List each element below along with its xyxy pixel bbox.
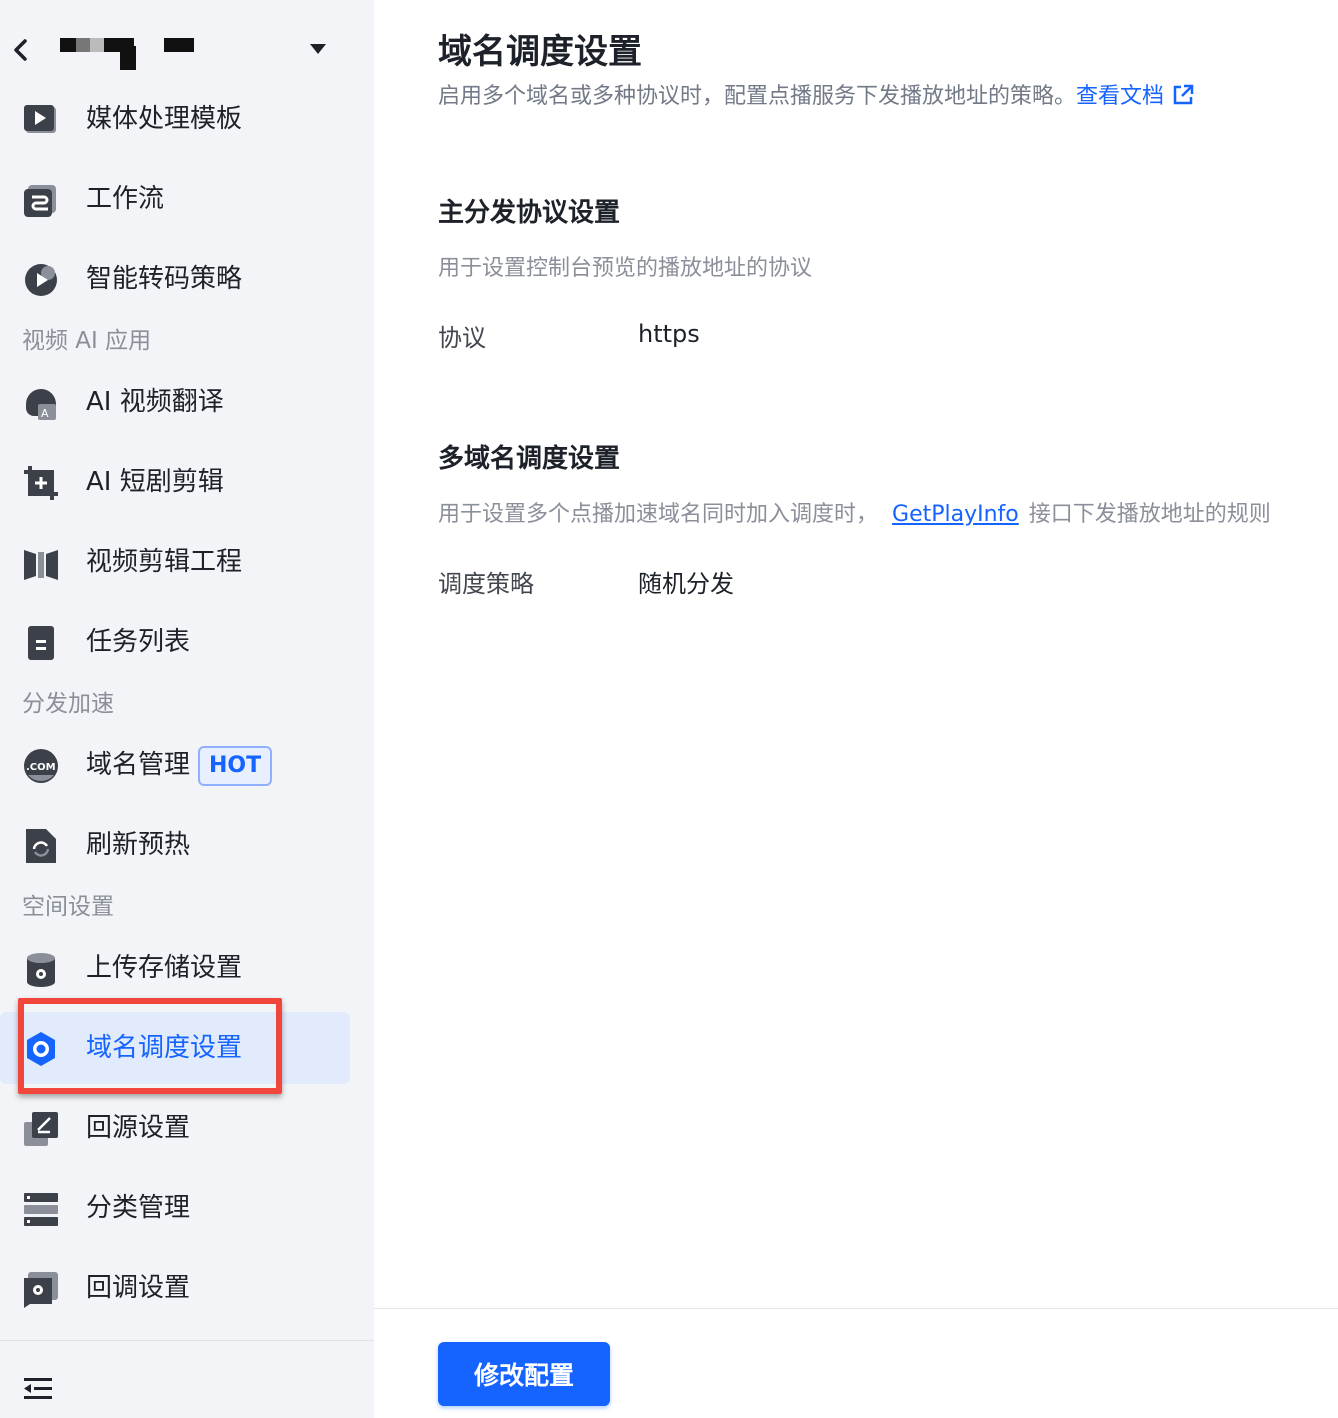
sidebar-item-smart-transcode[interactable]: 智能转码策略 <box>0 243 350 315</box>
sidebar-item-label: 视频剪辑工程 <box>86 547 243 577</box>
sidebar-item-category-management[interactable]: 分类管理 <box>0 1172 350 1244</box>
page-description-text: 启用多个域名或多种协议时，配置点播服务下发播放地址的策略。 <box>438 84 1077 109</box>
sidebar-item-ai-short-drama[interactable]: AI 短剧剪辑 <box>0 446 350 518</box>
sidebar-item-video-edit-project[interactable]: 视频剪辑工程 <box>0 526 350 598</box>
protocol-value: https <box>638 320 700 348</box>
scheduling-strategy-value: 随机分发 <box>638 570 734 598</box>
sidebar-item-upload-storage[interactable]: 上传存储设置 <box>0 932 350 1004</box>
sidebar-item-task-list[interactable]: 任务列表 <box>0 606 350 678</box>
section-title-multi-domain: 多域名调度设置 <box>438 444 621 474</box>
group-label-video-ai: 视频 AI 应用 <box>22 328 152 354</box>
page-title: 域名调度设置 <box>438 32 642 72</box>
sidebar-item-media-template[interactable]: 媒体处理模板 <box>0 83 350 155</box>
callback-gear-icon <box>24 1272 58 1308</box>
sidebar-item-label: AI 短剧剪辑 <box>86 467 224 497</box>
dotcom-icon: .COM <box>24 749 58 783</box>
play-template-icon <box>24 105 56 133</box>
sidebar-item-label: 刷新预热 <box>86 830 191 860</box>
sidebar-item-domain-management[interactable]: .COM 域名管理 HOT <box>0 729 350 801</box>
footer-divider <box>374 1308 1338 1309</box>
sidebar-item-domain-scheduling[interactable]: 域名调度设置 <box>0 1012 350 1084</box>
section-description-multi-domain: 用于设置多个点播加速域名同时加入调度时， GetPlayInfo 接口下发播放地址的… <box>438 496 1271 528</box>
protocol-label: 协议 <box>438 324 486 352</box>
chevron-left-icon[interactable] <box>10 38 30 62</box>
sidebar-item-label: 回调设置 <box>86 1273 191 1303</box>
scheduling-strategy-label: 调度策略 <box>438 570 534 598</box>
sidebar-item-label: 域名管理 <box>86 750 191 780</box>
view-docs-link[interactable]: 查看文档 <box>1076 84 1194 109</box>
sidebar: 媒体处理模板 工作流 智能转码策略 视频 AI 应用 A AI 视频翻译 AI … <box>0 0 374 1418</box>
getplayinfo-link[interactable]: GetPlayInfo <box>892 502 1019 527</box>
list-stack-icon <box>24 1193 58 1226</box>
refresh-doc-icon <box>26 829 56 863</box>
app-name-redacted[interactable] <box>60 36 200 86</box>
sidebar-item-label: 上传存储设置 <box>86 953 243 983</box>
storage-gear-icon <box>27 953 55 987</box>
hot-badge: HOT <box>198 746 273 786</box>
section-description-prefix: 用于设置多个点播加速域名同时加入调度时， <box>438 502 879 527</box>
sidebar-item-label: AI 视频翻译 <box>86 387 224 417</box>
sidebar-item-label: 回源设置 <box>86 1113 191 1143</box>
sidebar-item-callback-settings[interactable]: 回调设置 <box>0 1252 350 1324</box>
sidebar-item-ai-video-translate[interactable]: A AI 视频翻译 <box>0 366 350 438</box>
section-description-suffix: 接口下发播放地址的规则 <box>1028 502 1271 527</box>
sidebar-item-label: 分类管理 <box>86 1193 191 1223</box>
clipboard-icon <box>28 626 54 660</box>
translate-icon: A <box>26 389 56 420</box>
sidebar-item-label: 任务列表 <box>86 627 191 657</box>
group-label-distribution: 分发加速 <box>22 691 114 717</box>
group-label-space-settings: 空间设置 <box>22 894 114 920</box>
view-docs-link-label: 查看文档 <box>1076 84 1165 109</box>
crop-add-icon <box>24 466 58 500</box>
sidebar-item-refresh-preheat[interactable]: 刷新预热 <box>0 809 350 881</box>
section-title-main-protocol: 主分发协议设置 <box>438 198 621 228</box>
page-description: 启用多个域名或多种协议时，配置点播服务下发播放地址的策略。查看文档 <box>438 78 1194 110</box>
main-content: 域名调度设置 启用多个域名或多种协议时，配置点播服务下发播放地址的策略。查看文档… <box>374 0 1338 1418</box>
modify-config-button[interactable]: 修改配置 <box>438 1342 610 1406</box>
external-link-icon <box>1173 84 1194 105</box>
workflow-icon <box>24 185 56 217</box>
sidebar-item-label: 媒体处理模板 <box>86 104 243 134</box>
sidebar-divider <box>0 1340 374 1341</box>
section-description-main-protocol: 用于设置控制台预览的播放地址的协议 <box>438 256 813 281</box>
smart-transcode-icon <box>25 264 57 296</box>
collapse-sidebar-icon[interactable] <box>24 1376 54 1402</box>
edit-stack-icon <box>24 1112 58 1146</box>
sidebar-item-origin-settings[interactable]: 回源设置 <box>0 1092 350 1164</box>
sidebar-item-workflow[interactable]: 工作流 <box>0 163 350 235</box>
svg-text:.COM: .COM <box>26 762 56 773</box>
svg-text:A: A <box>41 407 49 420</box>
gear-icon <box>27 1032 55 1066</box>
sidebar-header <box>0 18 374 78</box>
caret-down-icon[interactable] <box>308 42 328 56</box>
film-icon <box>24 550 58 580</box>
sidebar-item-label: 域名调度设置 <box>86 1033 243 1063</box>
sidebar-item-label: 工作流 <box>86 184 165 214</box>
sidebar-item-label: 智能转码策略 <box>86 264 243 294</box>
